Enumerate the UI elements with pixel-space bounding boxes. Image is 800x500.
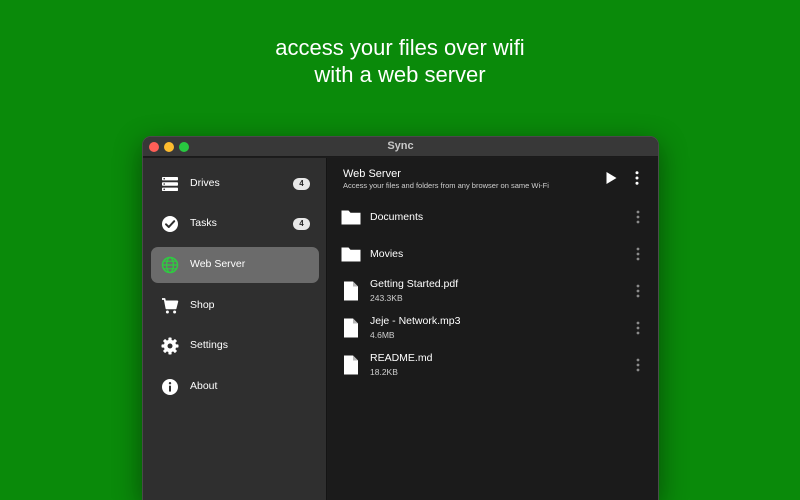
row-more-options-icon[interactable] [630, 283, 646, 299]
file-size: 18.2KB [370, 367, 398, 377]
headline-line-1: access your files over wifi [275, 35, 525, 60]
file-name: Jeje - Network.mp3 [370, 315, 461, 327]
file-row-readme[interactable]: README.md 18.2KB [328, 347, 658, 383]
play-icon[interactable] [603, 170, 619, 186]
sidebar-item-web-server[interactable]: Web Server [151, 247, 319, 283]
sidebar-item-shop[interactable]: Shop [151, 288, 319, 324]
folder-icon [341, 247, 361, 262]
sidebar-item-drives[interactable]: Drives 4 [151, 166, 319, 202]
row-more-options-icon[interactable] [630, 209, 646, 225]
file-name: Getting Started.pdf [370, 278, 459, 290]
globe-icon [161, 256, 179, 274]
document-icon [344, 318, 358, 338]
file-name: README.md [370, 352, 433, 364]
info-icon [162, 379, 178, 395]
title-bar[interactable]: Sync [143, 137, 658, 157]
file-name: Documents [370, 211, 424, 223]
row-more-options-icon[interactable] [630, 320, 646, 336]
file-row-jeje-network[interactable]: Jeje - Network.mp3 4.6MB [328, 310, 658, 346]
sidebar-item-about[interactable]: About [151, 369, 319, 405]
gear-icon [161, 337, 179, 355]
panel-title: Web Server [343, 168, 401, 180]
drives-icon [162, 177, 178, 191]
sidebar-item-label: Drives [190, 177, 220, 189]
sidebar-item-label: About [190, 380, 218, 392]
sidebar-item-label: Settings [190, 339, 228, 351]
row-more-options-icon[interactable] [630, 357, 646, 373]
drives-count-badge: 4 [293, 178, 310, 190]
folder-icon [341, 210, 361, 225]
folder-row-documents[interactable]: Documents [328, 199, 658, 235]
tasks-count-badge: 4 [293, 218, 310, 230]
headline-line-2: with a web server [314, 62, 486, 87]
file-row-getting-started[interactable]: Getting Started.pdf 243.3KB [328, 273, 658, 309]
more-options-icon[interactable] [629, 170, 645, 186]
sidebar: Drives 4 Tasks 4 Web Server Shop Setting… [143, 158, 327, 500]
row-more-options-icon[interactable] [630, 246, 646, 262]
sidebar-item-label: Tasks [190, 217, 217, 229]
cart-icon [162, 298, 179, 314]
web-server-panel: Web Server Access your files and folders… [328, 158, 658, 500]
sidebar-item-settings[interactable]: Settings [151, 328, 319, 364]
headline: access your files over wifi with a web s… [0, 34, 800, 88]
file-name: Movies [370, 248, 404, 260]
app-window: Sync Drives 4 Tasks 4 Web Server Shop Se… [142, 136, 659, 500]
panel-subtitle: Access your files and folders from any b… [343, 181, 549, 190]
folder-row-movies[interactable]: Movies [328, 236, 658, 272]
sidebar-item-tasks[interactable]: Tasks 4 [151, 206, 319, 242]
sidebar-item-label: Shop [190, 299, 215, 311]
window-title: Sync [387, 140, 414, 152]
sidebar-item-label: Web Server [190, 258, 246, 270]
check-circle-icon [162, 216, 178, 232]
file-size: 243.3KB [370, 293, 403, 303]
document-icon [344, 355, 358, 375]
file-size: 4.6MB [370, 330, 395, 340]
document-icon [344, 281, 358, 301]
